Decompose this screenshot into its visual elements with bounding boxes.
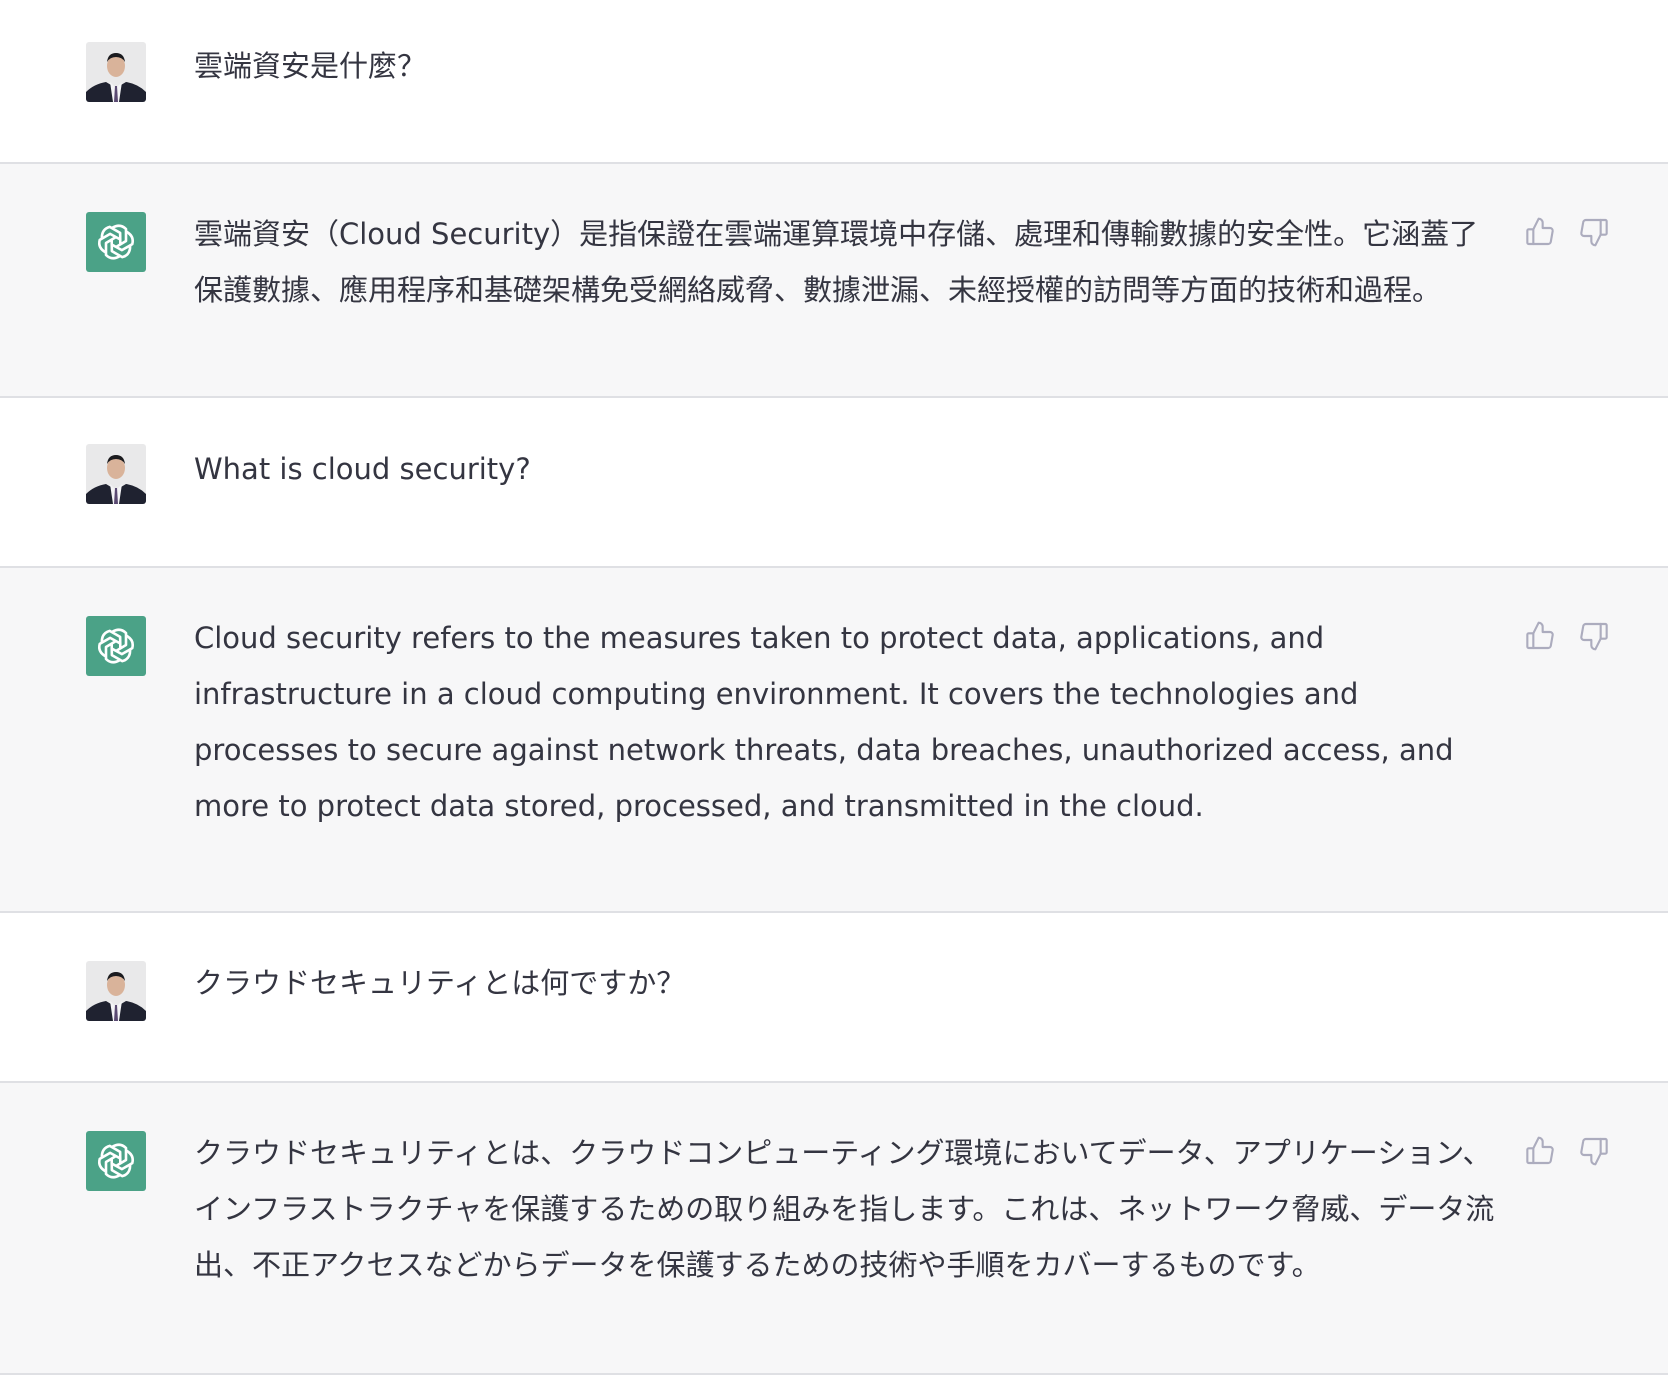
thumbs-down-button[interactable] (1576, 618, 1612, 654)
assistant-message: Cloud security refers to the measures ta… (0, 568, 1668, 913)
message-text: クラウドセキュリティとは何ですか？ (194, 966, 686, 1000)
message-text: 雲端資安（Cloud Security）是指保證在雲端運算環境中存儲、處理和傳輸… (194, 217, 1479, 307)
thumbs-down-button[interactable] (1576, 1133, 1612, 1169)
assistant-avatar (86, 1131, 146, 1191)
user-avatar (86, 444, 146, 504)
feedback-buttons (1522, 618, 1612, 658)
assistant-message: 雲端資安（Cloud Security）是指保證在雲端運算環境中存儲、處理和傳輸… (0, 164, 1668, 398)
assistant-message: クラウドセキュリティとは、クラウドコンピューティング環境においてデータ、アプリケ… (0, 1083, 1668, 1375)
thumbs-down-icon (1580, 1137, 1608, 1166)
assistant-avatar (86, 212, 146, 272)
chat-thread: 雲端資安是什麼？ 雲端資安（Cloud Security）是指保證在雲端運算環境… (0, 0, 1668, 1400)
openai-logo-icon (86, 1131, 146, 1191)
user-message: 雲端資安是什麼？ (0, 0, 1668, 164)
user-message: クラウドセキュリティとは何ですか？ (0, 913, 1668, 1083)
message-text: Cloud security refers to the measures ta… (194, 621, 1454, 823)
user-photo-avatar-icon (86, 444, 146, 504)
user-photo-avatar-icon (86, 961, 146, 1021)
feedback-buttons (1522, 1133, 1612, 1173)
assistant-avatar (86, 616, 146, 676)
openai-logo-icon (86, 212, 146, 272)
user-photo-avatar-icon (86, 42, 146, 102)
thumbs-up-icon (1526, 217, 1554, 246)
thumbs-up-icon (1526, 1136, 1554, 1165)
thumbs-up-icon (1526, 621, 1554, 650)
thumbs-up-button[interactable] (1522, 214, 1558, 250)
thumbs-up-button[interactable] (1522, 618, 1558, 654)
openai-logo-icon (86, 616, 146, 676)
message-text: クラウドセキュリティとは、クラウドコンピューティング環境においてデータ、アプリケ… (194, 1136, 1495, 1282)
user-message: What is cloud security? (0, 398, 1668, 568)
feedback-buttons (1522, 214, 1612, 254)
message-text: 雲端資安是什麼？ (194, 49, 427, 83)
thumbs-up-button[interactable] (1522, 1133, 1558, 1169)
thumbs-down-icon (1580, 218, 1608, 247)
user-avatar (86, 42, 146, 102)
thumbs-down-icon (1580, 622, 1608, 651)
user-avatar (86, 961, 146, 1021)
message-text: What is cloud security? (194, 452, 531, 486)
thumbs-down-button[interactable] (1576, 214, 1612, 250)
